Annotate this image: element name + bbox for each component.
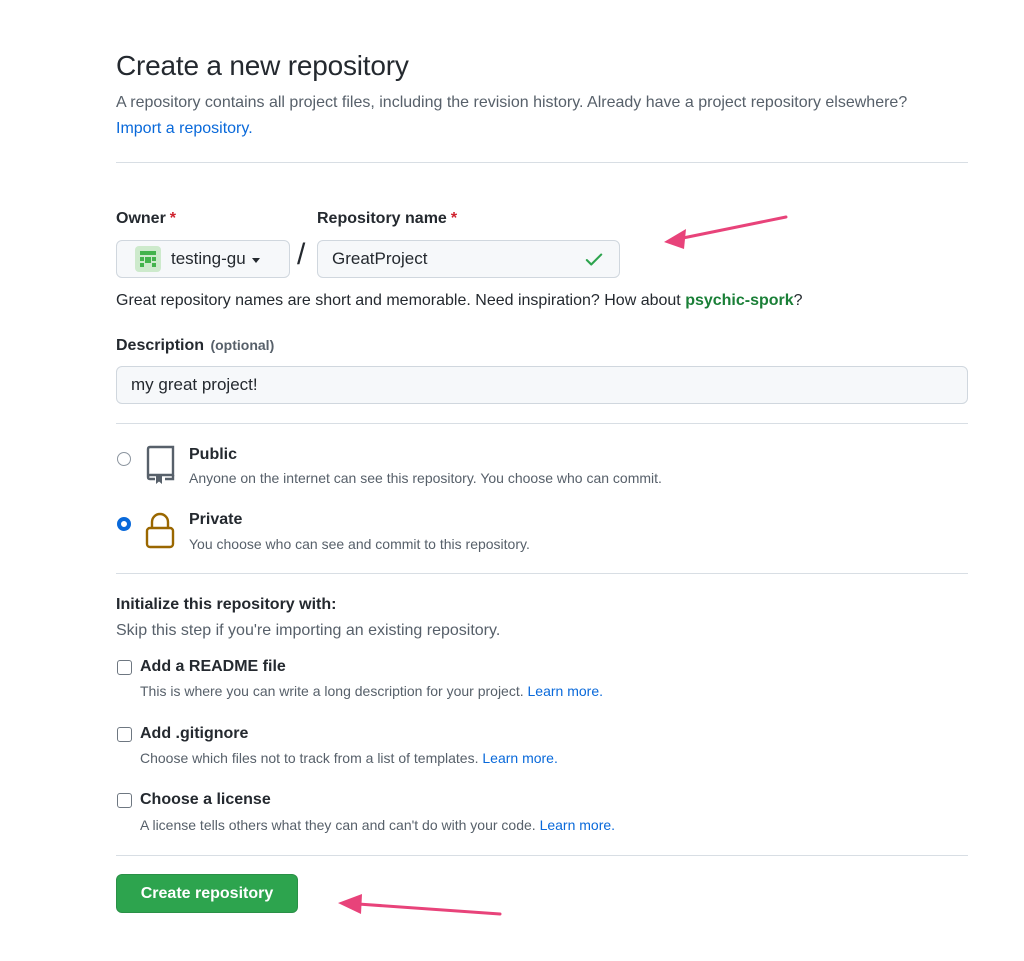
readme-title: Add a README file <box>140 658 286 675</box>
private-description: You choose who can see and commit to thi… <box>189 536 530 552</box>
repo-name-label: Repository name * <box>317 210 457 228</box>
repo-name-value: GreatProject <box>332 249 428 268</box>
annotation-arrow <box>664 215 788 249</box>
readme-learn-more-link[interactable]: Learn more. <box>528 683 603 699</box>
gitignore-description-text: Choose which files not to track from a l… <box>140 750 479 766</box>
required-mark: * <box>169 210 177 227</box>
public-description: Anyone on the internet can see this repo… <box>189 470 662 486</box>
description-label: Description (optional) <box>116 337 274 355</box>
repo-name-hint-text: Great repository names are short and mem… <box>116 292 681 309</box>
owner-select[interactable]: testing-gu <box>116 240 290 278</box>
description-input[interactable]: my great project! <box>116 366 968 404</box>
page-title: Create a new repository <box>116 50 409 81</box>
repo-name-hint: Great repository names are short and mem… <box>116 292 803 310</box>
owner-repo-separator: / <box>297 238 306 271</box>
optional-tag: (optional) <box>210 337 275 353</box>
hint-suffix: ? <box>793 292 803 309</box>
import-repository-link[interactable]: Import a repository. <box>116 120 253 137</box>
private-title: Private <box>189 511 243 528</box>
owner-label-text: Owner <box>116 210 166 227</box>
repo-name-input[interactable]: GreatProject <box>317 240 620 278</box>
annotation-arrow <box>338 894 502 916</box>
name-suggestion-link[interactable]: psychic-spork <box>685 292 793 309</box>
divider <box>116 162 968 163</box>
divider <box>116 423 968 424</box>
required-mark: * <box>450 210 458 227</box>
readme-checkbox[interactable] <box>117 660 132 675</box>
description-value: my great project! <box>131 375 258 394</box>
readme-description-text: This is where you can write a long descr… <box>140 683 524 699</box>
license-description: A license tells others what they can and… <box>140 817 615 833</box>
owner-label: Owner * <box>116 210 176 228</box>
license-checkbox[interactable] <box>117 793 132 808</box>
public-title: Public <box>189 446 238 463</box>
page-description: A repository contains all project files,… <box>116 90 936 142</box>
page-description-text: A repository contains all project files,… <box>116 94 908 111</box>
gitignore-learn-more-link[interactable]: Learn more. <box>482 750 557 766</box>
license-description-text: A license tells others what they can and… <box>140 817 536 833</box>
owner-value: testing-gu <box>171 249 246 268</box>
lock-icon <box>145 512 175 549</box>
initialize-subtitle: Skip this step if you're importing an ex… <box>116 622 501 639</box>
readme-description: This is where you can write a long descr… <box>140 683 603 699</box>
divider <box>116 855 968 856</box>
gitignore-title: Add .gitignore <box>140 725 249 742</box>
identicon-icon <box>135 246 161 272</box>
create-repository-button[interactable]: Create repository <box>116 874 298 913</box>
check-icon <box>585 253 603 266</box>
divider <box>116 573 968 574</box>
public-radio[interactable] <box>117 452 131 466</box>
license-learn-more-link[interactable]: Learn more. <box>540 817 615 833</box>
license-title: Choose a license <box>140 791 271 808</box>
gitignore-description: Choose which files not to track from a l… <box>140 750 558 766</box>
repo-name-label-text: Repository name <box>317 210 447 227</box>
gitignore-checkbox[interactable] <box>117 727 132 742</box>
private-radio[interactable] <box>117 517 131 531</box>
caret-down-icon <box>251 257 260 263</box>
initialize-title: Initialize this repository with: <box>116 596 337 613</box>
repo-icon <box>146 445 175 484</box>
description-label-text: Description <box>116 337 205 354</box>
